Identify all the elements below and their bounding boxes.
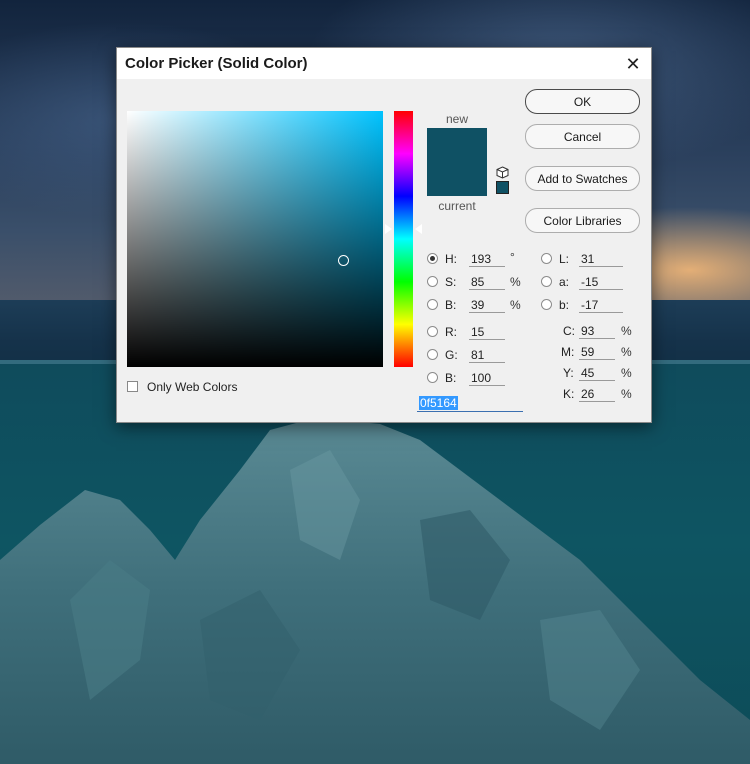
current-label: current: [438, 199, 476, 213]
only-web-colors-label[interactable]: Only Web Colors: [147, 380, 237, 394]
b-label: B:: [445, 298, 457, 312]
new-color-swatch: [427, 128, 487, 162]
cancel-button[interactable]: Cancel: [525, 124, 640, 149]
lab-b-label: b:: [559, 298, 570, 312]
g-radio[interactable]: [427, 349, 438, 360]
ok-button[interactable]: OK: [525, 89, 640, 114]
k-unit: %: [621, 387, 632, 401]
a-radio[interactable]: [541, 276, 552, 287]
hue-slider[interactable]: [394, 111, 413, 367]
new-label: new: [445, 112, 468, 126]
web-safe-color-swatch[interactable]: [496, 181, 509, 194]
color-libraries-button[interactable]: Color Libraries: [525, 208, 640, 233]
y-unit: %: [621, 366, 632, 380]
close-icon[interactable]: ✕: [623, 54, 643, 74]
r-field[interactable]: 15: [469, 324, 505, 340]
hex-value[interactable]: 0f5164: [419, 396, 458, 410]
a-field[interactable]: -15: [579, 274, 623, 290]
k-field[interactable]: 26: [579, 386, 615, 402]
hex-field[interactable]: 0f5164: [417, 395, 523, 412]
h-radio[interactable]: [427, 253, 438, 264]
y-label: Y:: [563, 366, 574, 380]
r-label: R:: [445, 325, 457, 339]
cube-icon[interactable]: [496, 166, 509, 179]
blue-radio[interactable]: [427, 372, 438, 383]
s-radio[interactable]: [427, 276, 438, 287]
blue-label: B:: [445, 371, 457, 385]
c-unit: %: [621, 324, 632, 338]
c-label: C:: [563, 324, 575, 338]
h-unit: °: [510, 250, 515, 264]
h-field[interactable]: 193: [469, 251, 505, 267]
k-label: K:: [563, 387, 575, 401]
a-label: a:: [559, 275, 570, 289]
add-to-swatches-button[interactable]: Add to Swatches: [525, 166, 640, 191]
b-unit: %: [510, 298, 521, 312]
dialog-title: Color Picker (Solid Color): [125, 55, 308, 72]
l-label: L:: [559, 252, 570, 266]
color-field-cursor[interactable]: [338, 255, 349, 266]
color-field[interactable]: [127, 111, 383, 367]
m-unit: %: [621, 345, 632, 359]
hue-slider-right-handle-icon[interactable]: [415, 224, 422, 234]
lab-b-radio[interactable]: [541, 299, 552, 310]
s-label: S:: [445, 275, 457, 289]
m-label: M:: [561, 345, 575, 359]
y-field[interactable]: 45: [579, 365, 615, 381]
blue-field[interactable]: 100: [469, 370, 505, 386]
m-field[interactable]: 59: [579, 344, 615, 360]
only-web-colors-checkbox[interactable]: [127, 381, 138, 392]
current-color-swatch[interactable]: [427, 162, 487, 196]
s-unit: %: [510, 275, 521, 289]
l-field[interactable]: 31: [579, 251, 623, 267]
lab-b-field[interactable]: -17: [579, 297, 623, 313]
b-radio[interactable]: [427, 299, 438, 310]
h-label: H:: [445, 252, 457, 266]
l-radio[interactable]: [541, 253, 552, 264]
color-picker-dialog: Color Picker (Solid Color) ✕ new current…: [116, 47, 652, 423]
r-radio[interactable]: [427, 326, 438, 337]
g-label: G:: [445, 348, 458, 362]
title-bar: Color Picker (Solid Color) ✕: [117, 48, 651, 79]
hue-slider-left-handle-icon[interactable]: [385, 224, 392, 234]
g-field[interactable]: 81: [469, 347, 505, 363]
b-field[interactable]: 39: [469, 297, 505, 313]
c-field[interactable]: 93: [579, 323, 615, 339]
s-field[interactable]: 85: [469, 274, 505, 290]
